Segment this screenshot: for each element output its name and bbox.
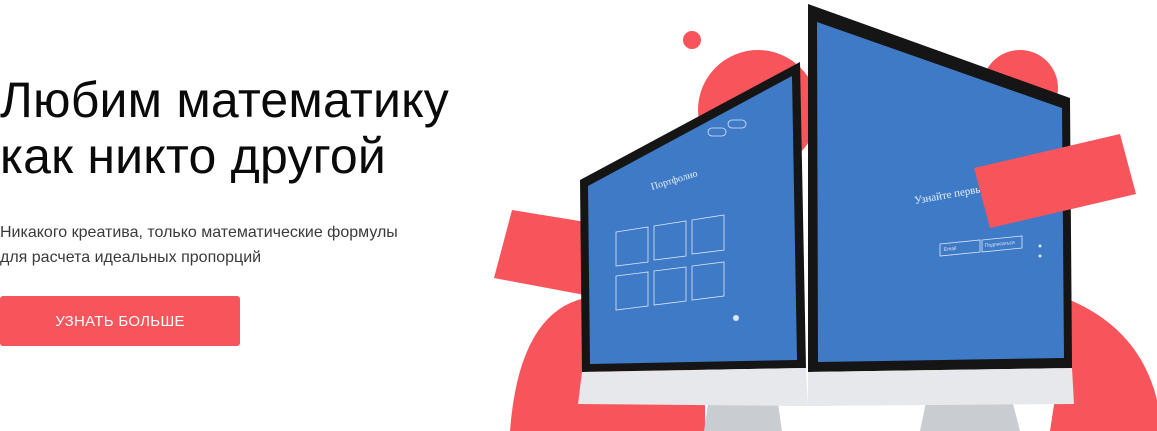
- hero-subtitle-line-2: для расчета идеальных пропорций: [0, 249, 262, 266]
- hero-title-line-2: как никто другой: [0, 128, 387, 184]
- left-monitor: Портфолио: [578, 62, 808, 431]
- right-monitor-chin: [808, 368, 1074, 406]
- left-monitor-chin: [578, 368, 808, 406]
- hero-title-line-1: Любим математику: [0, 72, 449, 128]
- right-screen-dot-1: [1038, 244, 1042, 248]
- hero-title: Любим математику как никто другой: [0, 72, 560, 184]
- right-screen-dot-2: [1038, 254, 1042, 258]
- learn-more-button[interactable]: УЗНАТЬ БОЛЬШЕ: [0, 296, 240, 346]
- hero-illustration: Портфолио Узнайте первым о новостях Emai…: [490, 0, 1157, 431]
- monitors-illustration: Портфолио Узнайте первым о новостях Emai…: [494, 4, 1157, 431]
- small-circle-decoration: [683, 31, 701, 49]
- left-screen-dot: [733, 315, 739, 321]
- hero-subtitle-line-1: Никакого креатива, только математические…: [0, 224, 398, 241]
- hero-subtitle: Никакого креатива, только математические…: [0, 220, 440, 270]
